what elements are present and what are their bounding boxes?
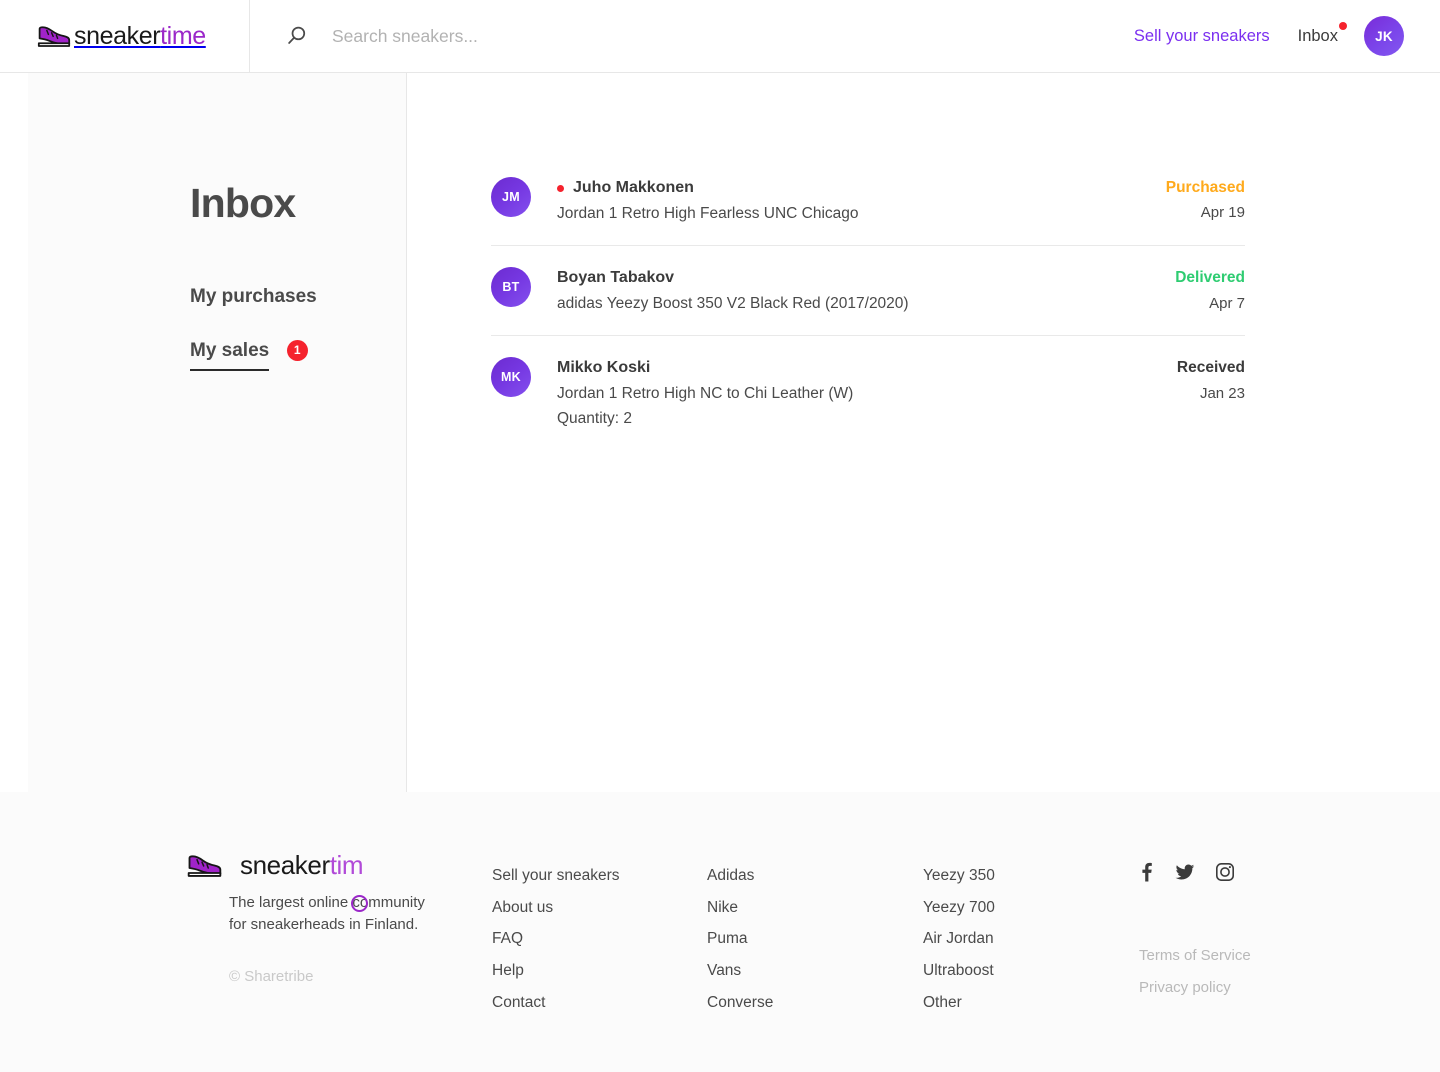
footer-link-about-us[interactable]: About us	[492, 896, 620, 920]
nav-row-purchases: My purchases	[190, 287, 406, 307]
footer-brand-block: sneakertim The largest online community …	[186, 852, 436, 985]
status-badge: Delivered	[1175, 268, 1245, 287]
footer-link-nike[interactable]: Nike	[707, 896, 773, 920]
footer-logo[interactable]: sneakertim	[186, 852, 436, 878]
list-item-listing: Jordan 1 Retro High NC to Chi Leather (W…	[557, 384, 1161, 404]
header-actions: Sell your sneakers Inbox JK	[1134, 0, 1440, 73]
footer-link-faq[interactable]: FAQ	[492, 927, 620, 951]
list-item[interactable]: BT Boyan Tabakov adidas Yeezy Boost 350 …	[491, 267, 1245, 336]
sidebar-item-my-purchases[interactable]: My purchases	[190, 287, 317, 306]
footer-link-sell-your-sneakers[interactable]: Sell your sneakers	[492, 864, 620, 888]
sneaker-icon	[36, 24, 72, 48]
list-item-nameline: Boyan Tabakov	[557, 268, 1159, 288]
site-footer: sneakertim The largest online community …	[0, 792, 1440, 1072]
footer-link-ultraboost[interactable]: Ultraboost	[923, 959, 995, 983]
footer-link-converse[interactable]: Converse	[707, 991, 773, 1015]
logo-text-accent: time	[160, 22, 206, 50]
nav-row-sales: My sales 1	[190, 341, 406, 371]
footer-link-privacy-policy[interactable]: Privacy policy	[1139, 976, 1251, 1000]
top-header: sneakertime Sell your sneakers Inbox JK	[0, 0, 1440, 73]
sidebar-item-my-sales-label: My sales	[190, 341, 269, 360]
list-item-listing: Jordan 1 Retro High Fearless UNC Chicago	[557, 204, 1150, 224]
logo-home-link[interactable]: sneakertime	[0, 0, 250, 73]
list-item-meta: Delivered Apr 7	[1159, 267, 1245, 313]
list-item-main: Juho Makkonen Jordan 1 Retro High Fearle…	[557, 177, 1150, 224]
footer-link-contact[interactable]: Contact	[492, 991, 620, 1015]
list-item-main: Mikko Koski Jordan 1 Retro High NC to Ch…	[557, 357, 1161, 429]
list-item-date: Apr 19	[1166, 203, 1245, 223]
logo-text-primary: sneaker	[74, 22, 160, 50]
sidebar-item-my-sales[interactable]: My sales	[190, 341, 269, 371]
footer-links-column-1: Sell your sneakers About us FAQ Help Con…	[492, 864, 620, 1023]
footer-link-yeezy-350[interactable]: Yeezy 350	[923, 864, 995, 888]
list-item-main: Boyan Tabakov adidas Yeezy Boost 350 V2 …	[557, 267, 1159, 314]
logo-overflow-glyph	[351, 895, 368, 912]
facebook-link[interactable]	[1137, 862, 1155, 882]
inbox-sidebar: Inbox My purchases My sales 1	[28, 73, 407, 792]
twitter-link[interactable]	[1175, 862, 1195, 882]
twitter-icon	[1175, 862, 1195, 882]
search-bar[interactable]	[250, 0, 1134, 73]
footer-logo-text-primary: sneaker	[240, 850, 330, 880]
list-item[interactable]: MK Mikko Koski Jordan 1 Retro High NC to…	[491, 357, 1245, 450]
footer-link-terms-of-service[interactable]: Terms of Service	[1139, 944, 1251, 968]
footer-tagline-line2: for sneakerheads in Finland.	[229, 916, 418, 933]
unread-dot	[557, 185, 564, 192]
list-item-name: Boyan Tabakov	[557, 268, 674, 288]
list-item-nameline: Mikko Koski	[557, 358, 1161, 378]
list-item-name: Mikko Koski	[557, 358, 650, 378]
footer-link-puma[interactable]: Puma	[707, 927, 773, 951]
footer-link-other[interactable]: Other	[923, 991, 995, 1015]
footer-link-vans[interactable]: Vans	[707, 959, 773, 983]
footer-link-help[interactable]: Help	[492, 959, 620, 983]
search-input[interactable]	[332, 26, 892, 47]
footer-legal-links: Terms of Service Privacy policy	[1139, 944, 1251, 1008]
footer-logo-text-accent: tim	[330, 850, 363, 880]
avatar[interactable]: JK	[1364, 16, 1404, 56]
footer-link-air-jordan[interactable]: Air Jordan	[923, 927, 995, 951]
sneaker-icon	[186, 853, 223, 878]
search-icon	[286, 25, 308, 47]
page-title: Inbox	[190, 183, 406, 224]
inbox-link[interactable]: Inbox	[1298, 27, 1338, 46]
instagram-icon	[1215, 862, 1235, 882]
status-badge: Purchased	[1166, 178, 1245, 197]
status-badge: Received	[1177, 358, 1245, 377]
avatar: BT	[491, 267, 531, 307]
my-sales-count-badge: 1	[287, 340, 308, 361]
footer-links-column-3: Yeezy 350 Yeezy 700 Air Jordan Ultraboos…	[923, 864, 995, 1023]
inbox-link-label: Inbox	[1298, 27, 1338, 45]
logo-text: sneakertime	[74, 24, 206, 49]
footer-social-links	[1137, 862, 1235, 882]
list-item-nameline: Juho Makkonen	[557, 178, 1150, 198]
list-item-date: Jan 23	[1177, 384, 1245, 404]
instagram-link[interactable]	[1215, 862, 1235, 882]
list-item-quantity: Quantity: 2	[557, 409, 1161, 429]
list-item-name: Juho Makkonen	[573, 178, 694, 198]
sidebar-item-my-purchases-label: My purchases	[190, 287, 317, 306]
sell-your-sneakers-link[interactable]: Sell your sneakers	[1134, 27, 1270, 46]
footer-link-yeezy-700[interactable]: Yeezy 700	[923, 896, 995, 920]
page-body: Inbox My purchases My sales 1 JM	[0, 73, 1440, 792]
footer-link-adidas[interactable]: Adidas	[707, 864, 773, 888]
footer-tagline: The largest online community for sneaker…	[229, 892, 436, 936]
list-item-listing: adidas Yeezy Boost 350 V2 Black Red (201…	[557, 294, 1159, 314]
transaction-list: JM Juho Makkonen Jordan 1 Retro High Fea…	[491, 177, 1245, 451]
footer-copyright: © Sharetribe	[229, 968, 436, 985]
list-item-date: Apr 7	[1175, 294, 1245, 314]
avatar: MK	[491, 357, 531, 397]
inbox-notification-dot	[1339, 22, 1347, 30]
inbox-content: JM Juho Makkonen Jordan 1 Retro High Fea…	[407, 73, 1440, 792]
footer-logo-text: sneakertim	[240, 852, 363, 878]
list-item[interactable]: JM Juho Makkonen Jordan 1 Retro High Fea…	[491, 177, 1245, 246]
avatar: JM	[491, 177, 531, 217]
footer-links-column-2: Adidas Nike Puma Vans Converse	[707, 864, 773, 1023]
inbox-nav: My purchases My sales 1	[190, 287, 406, 371]
facebook-icon	[1137, 862, 1155, 882]
list-item-meta: Received Jan 23	[1161, 357, 1245, 403]
list-item-meta: Purchased Apr 19	[1150, 177, 1245, 223]
footer-tagline-line1: The largest online community	[229, 894, 425, 911]
